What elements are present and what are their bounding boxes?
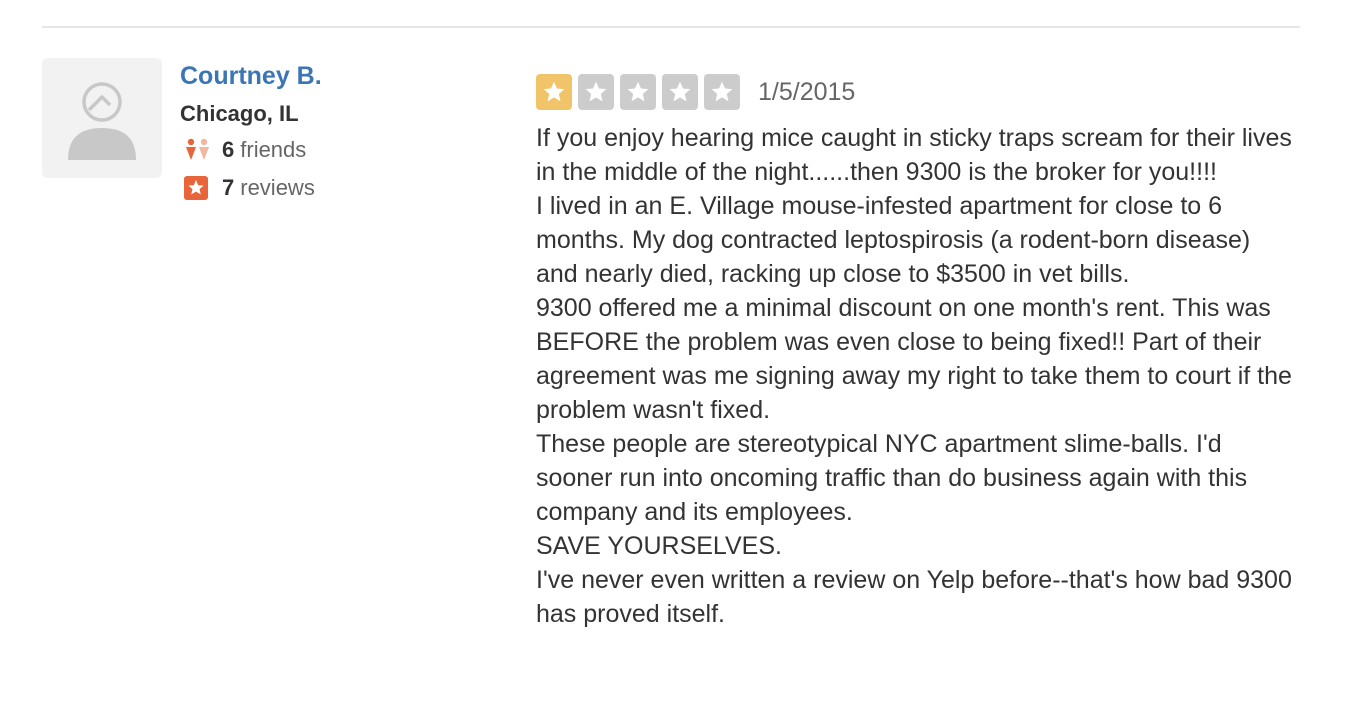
review-paragraph: I've never even written a review on Yelp… bbox=[536, 566, 1292, 628]
star-icon bbox=[543, 81, 565, 102]
star-empty bbox=[620, 74, 656, 110]
star-rating bbox=[536, 74, 746, 110]
star-empty bbox=[704, 74, 740, 110]
reviews-stat: 7 reviews bbox=[184, 175, 315, 201]
review-paragraph: I lived in an E. Village mouse-infested … bbox=[536, 192, 1251, 288]
review-text: If you enjoy hearing mice caught in stic… bbox=[536, 121, 1296, 631]
review-date: 1/5/2015 bbox=[758, 77, 856, 106]
star-empty bbox=[662, 74, 698, 110]
user-avatar[interactable] bbox=[42, 58, 162, 178]
review-paragraph: If you enjoy hearing mice caught in stic… bbox=[536, 124, 1292, 186]
star-icon bbox=[585, 81, 607, 102]
user-location: Chicago, IL bbox=[180, 101, 299, 126]
star-filled bbox=[536, 74, 572, 110]
friends-icon bbox=[184, 137, 212, 163]
top-divider bbox=[42, 26, 1300, 28]
friends-count: 6 bbox=[222, 137, 235, 162]
default-user-avatar-icon bbox=[68, 82, 136, 160]
user-name-link[interactable]: Courtney B. bbox=[180, 62, 322, 91]
review-rating-row: 1/5/2015 bbox=[536, 74, 855, 110]
reviews-count: 7 bbox=[222, 175, 235, 200]
review-paragraph: These people are stereotypical NYC apart… bbox=[536, 430, 1248, 526]
star-icon bbox=[711, 81, 733, 102]
star-empty bbox=[578, 74, 614, 110]
reviews-label: reviews bbox=[240, 175, 315, 200]
review-paragraph: SAVE YOURSELVES. bbox=[536, 532, 782, 560]
star-icon bbox=[669, 81, 691, 102]
friends-stat: 6 friends bbox=[184, 137, 306, 163]
review-paragraph: 9300 offered me a minimal discount on on… bbox=[536, 294, 1292, 424]
review-star-icon bbox=[184, 175, 212, 201]
friends-label: friends bbox=[240, 137, 307, 162]
star-icon bbox=[627, 81, 649, 102]
